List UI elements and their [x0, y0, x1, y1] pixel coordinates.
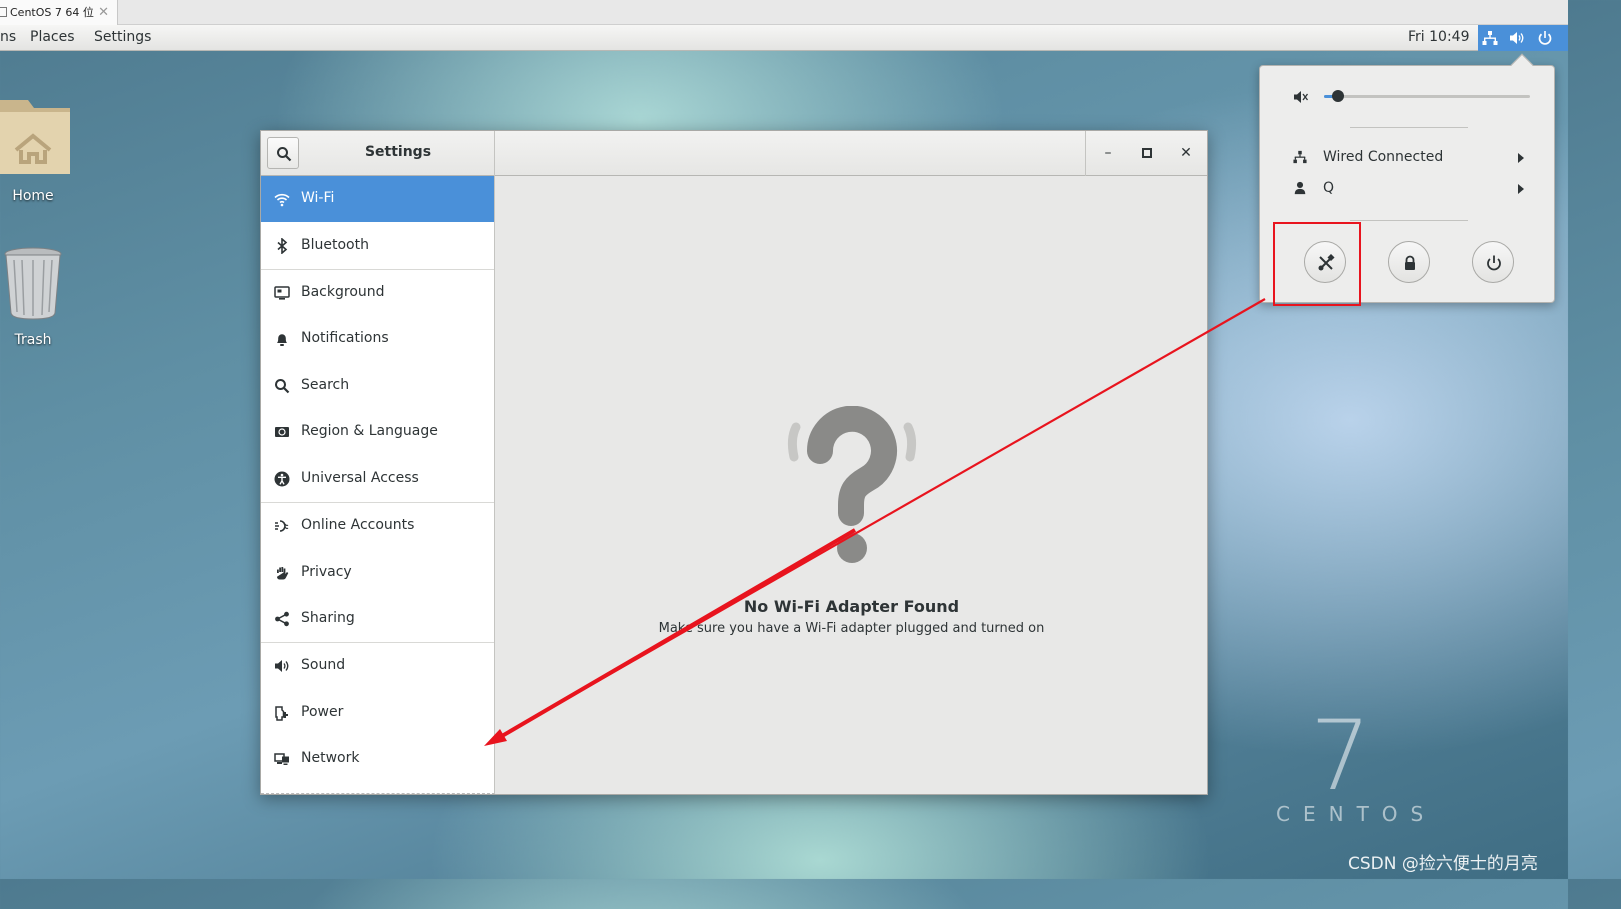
- volume-slider[interactable]: [1324, 95, 1530, 98]
- window-controls: – ✕: [1085, 131, 1207, 176]
- background-icon: [274, 286, 290, 300]
- chevron-right-icon: [1518, 184, 1524, 194]
- annotation-highlight-box: [1273, 222, 1361, 306]
- power-plug-icon: [275, 706, 288, 721]
- minimize-button[interactable]: –: [1097, 142, 1119, 164]
- search-icon: [275, 379, 290, 394]
- power-icon: [1538, 31, 1552, 45]
- trash-icon: [4, 247, 62, 320]
- vm-tabbar: CentOS 7 64 位 ✕: [0, 0, 1568, 25]
- folder-home-icon: [0, 100, 70, 174]
- document-icon: [0, 7, 7, 17]
- sidebar-item-universal-access[interactable]: Universal Access: [261, 456, 494, 502]
- sidebar-item-search[interactable]: Search: [261, 363, 494, 409]
- sidebar-item-label: Search: [301, 377, 350, 393]
- sidebar-item-network[interactable]: Network: [261, 736, 494, 782]
- settings-window: Settings – ✕ Wi-Fi Bluetooth Background …: [260, 130, 1208, 795]
- wired-connection-row[interactable]: Wired Connected: [1260, 145, 1556, 171]
- volume-muted-icon: [1294, 91, 1309, 103]
- sidebar-item-label: Network: [301, 750, 360, 766]
- maximize-button[interactable]: [1136, 142, 1158, 164]
- search-button[interactable]: [267, 137, 299, 169]
- speaker-icon: [275, 660, 289, 672]
- menu-separator: [1350, 220, 1468, 221]
- empty-state-subtitle: Make sure you have a Wi-Fi adapter plugg…: [658, 621, 1045, 636]
- empty-state-title: No Wi-Fi Adapter Found: [743, 597, 960, 616]
- sidebar-item-label: Wi-Fi: [301, 190, 335, 206]
- sidebar-item-sound[interactable]: Sound: [261, 643, 494, 689]
- user-name: Q: [1323, 180, 1335, 196]
- centos-wordmark: CENTOS: [1276, 802, 1437, 826]
- sidebar-item-label: Online Accounts: [301, 517, 415, 533]
- sidebar-item-label: Universal Access: [301, 470, 419, 486]
- sidebar-item-wifi[interactable]: Wi-Fi: [261, 176, 494, 222]
- settings-app-menu[interactable]: Settings: [94, 29, 151, 45]
- sidebar-item-label: Region & Language: [301, 423, 438, 439]
- question-mark-icon: [787, 406, 917, 563]
- bluetooth-icon: [277, 238, 288, 254]
- sidebar-item-privacy[interactable]: Privacy: [261, 550, 494, 596]
- close-icon[interactable]: ✕: [98, 0, 109, 25]
- region-icon: [275, 427, 289, 437]
- volume-icon: [1510, 32, 1524, 44]
- wifi-icon: [274, 193, 290, 207]
- accessibility-icon: [274, 471, 290, 487]
- network-icon: [274, 753, 289, 765]
- sidebar-item-label: Notifications: [301, 330, 389, 346]
- sidebar-bottom-edge: [261, 793, 494, 794]
- power-icon: [1487, 255, 1501, 271]
- sidebar-item-notifications[interactable]: Notifications: [261, 316, 494, 362]
- wired-network-icon: [1293, 150, 1307, 164]
- close-button[interactable]: ✕: [1175, 142, 1197, 164]
- watermark: CSDN @捡六便士的月亮: [1348, 854, 1538, 874]
- sidebar-item-label: Bluetooth: [301, 237, 369, 253]
- share-icon: [275, 611, 289, 627]
- lock-icon: [1405, 255, 1415, 270]
- trash-label: Trash: [14, 332, 52, 348]
- places-menu[interactable]: Places: [30, 29, 75, 45]
- popover-arrow: [1510, 53, 1534, 77]
- window-headerbar: Settings – ✕: [261, 131, 1207, 176]
- home-label: Home: [12, 188, 54, 204]
- vm-tab-title: CentOS 7 64 位: [10, 6, 94, 19]
- sidebar-item-label: Privacy: [301, 564, 352, 580]
- volume-slider-handle[interactable]: [1332, 90, 1344, 102]
- gnome-topbar: ns Places Settings Fri 10:49: [0, 25, 1568, 51]
- wired-network-icon: [1482, 31, 1498, 45]
- applications-menu[interactable]: ns: [0, 29, 16, 45]
- headerbar-left: Settings: [261, 131, 495, 176]
- vm-tab[interactable]: CentOS 7 64 位 ✕: [0, 0, 118, 25]
- online-accounts-icon: [275, 520, 289, 532]
- hand-icon: [277, 567, 289, 580]
- trash[interactable]: Trash: [0, 246, 66, 348]
- sidebar-item-online-accounts[interactable]: Online Accounts: [261, 503, 494, 549]
- maximize-icon: [1142, 148, 1152, 158]
- power-off-button[interactable]: [1472, 241, 1514, 283]
- sidebar-item-label: Power: [301, 704, 344, 720]
- system-tray[interactable]: [1478, 25, 1568, 51]
- home-folder[interactable]: Home: [0, 96, 74, 204]
- sidebar-item-power[interactable]: Power: [261, 690, 494, 736]
- chevron-right-icon: [1518, 153, 1524, 163]
- clock[interactable]: Fri 10:49: [1408, 29, 1469, 45]
- user-icon: [1294, 181, 1306, 195]
- wifi-panel: No Wi-Fi Adapter Found Make sure you hav…: [496, 176, 1207, 794]
- sidebar-item-sharing[interactable]: Sharing: [261, 596, 494, 642]
- menu-separator: [1350, 127, 1468, 128]
- user-row[interactable]: Q: [1260, 176, 1556, 202]
- settings-sidebar: Wi-Fi Bluetooth Background Notifications: [261, 176, 495, 794]
- sidebar-item-bluetooth[interactable]: Bluetooth: [261, 223, 494, 269]
- bell-icon: [277, 334, 287, 346]
- sidebar-item-label: Background: [301, 284, 385, 300]
- sidebar-item-label: Sound: [301, 657, 346, 673]
- lock-button[interactable]: [1388, 241, 1430, 283]
- sidebar-item-label: Sharing: [301, 610, 355, 626]
- centos-version-number: 7: [1310, 700, 1372, 812]
- search-icon: [277, 147, 292, 162]
- sidebar-item-region-language[interactable]: Region & Language: [261, 409, 494, 455]
- window-title: Settings: [364, 144, 432, 160]
- wired-connection-label: Wired Connected: [1323, 149, 1444, 165]
- sidebar-item-background[interactable]: Background: [261, 270, 494, 316]
